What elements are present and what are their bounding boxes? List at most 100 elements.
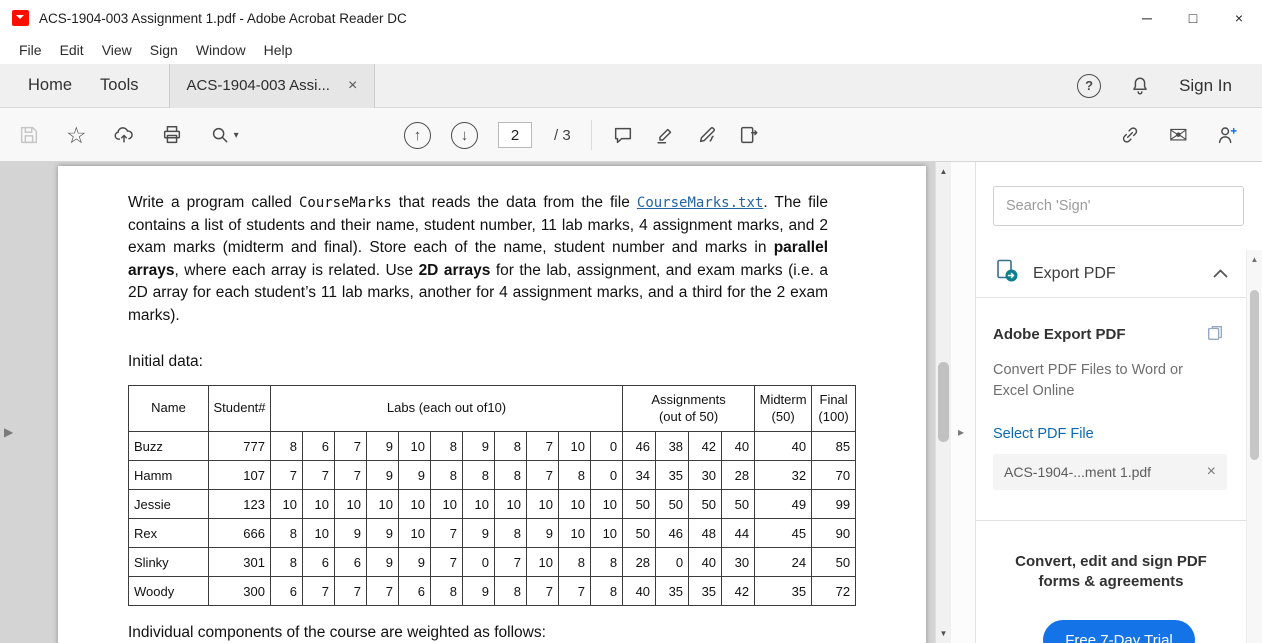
comment-icon[interactable] [612, 124, 634, 146]
cell-value: 300 [208, 576, 271, 606]
selected-file-name: ACS-1904-...ment 1.pdf [1004, 464, 1152, 480]
cell-value: 0 [655, 547, 690, 577]
share-cloud-upload-icon[interactable] [113, 124, 135, 146]
stamp-icon[interactable] [738, 124, 760, 146]
cell-value: 10 [589, 518, 624, 548]
cell-value: 8 [270, 431, 303, 461]
menu-item-sign[interactable]: Sign [141, 42, 187, 58]
cell-value: 7 [334, 431, 367, 461]
header-final-line2: (100) [818, 408, 849, 424]
minimize-button[interactable]: ─ [1124, 0, 1170, 36]
zoom-caret-icon: ▾ [233, 129, 239, 141]
panel-collapse-toggle-icon[interactable]: ▸ [958, 425, 964, 439]
select-pdf-file-link[interactable]: Select PDF File [993, 426, 1094, 442]
next-page-button[interactable]: ↓ [451, 121, 478, 149]
chevron-up-icon[interactable] [1213, 269, 1228, 278]
maximize-button[interactable]: □ [1170, 0, 1216, 36]
panel-scrollbar[interactable]: ▲ [1246, 250, 1262, 643]
free-trial-button[interactable]: Free 7-Day Trial [1043, 620, 1195, 643]
export-pdf-section-header[interactable]: Export PDF [976, 250, 1246, 298]
header-name: Name [128, 385, 209, 432]
share-link-icon[interactable] [1119, 124, 1141, 146]
tab-document[interactable]: ACS-1904-003 Assi... × [168, 63, 376, 108]
cell-value: 34 [622, 460, 657, 490]
cell-value: 8 [494, 518, 527, 548]
panel-scrollbar-up-icon[interactable]: ▲ [1247, 255, 1262, 264]
cell-value: 10 [302, 518, 335, 548]
tab-close-icon[interactable]: × [348, 77, 357, 95]
cell-value: 7 [494, 547, 527, 577]
menu-item-edit[interactable]: Edit [51, 42, 93, 58]
cell-value: 8 [430, 431, 463, 461]
scrollbar-thumb[interactable] [938, 362, 949, 442]
cell-value: 40 [622, 576, 657, 606]
menu-item-window[interactable]: Window [187, 42, 255, 58]
help-icon[interactable]: ? [1077, 73, 1102, 98]
panel-scrollbar-thumb[interactable] [1250, 290, 1259, 460]
cell-value: 0 [462, 547, 495, 577]
cell-value: 90 [811, 518, 857, 548]
header-assignments-line2: (out of 50) [658, 408, 719, 424]
cell-value: 8 [494, 576, 527, 606]
previous-page-button[interactable]: ↑ [404, 121, 431, 149]
highlight-icon[interactable] [654, 124, 676, 146]
page-number-input[interactable]: 2 [498, 122, 532, 148]
window-controls: ─ □ × [1124, 0, 1262, 36]
cell-value: 9 [366, 518, 399, 548]
cell-student-name: Hamm [128, 460, 209, 490]
table-row: Rex 666 8 10 9 9 10 7 9 8 9 10 10 50 46 48 44 45 90 [128, 518, 857, 548]
search-input[interactable] [993, 186, 1244, 226]
cell-value: 40 [754, 431, 813, 461]
cell-value: 28 [721, 460, 756, 490]
notifications-bell-icon[interactable] [1129, 75, 1151, 97]
cell-value: 10 [558, 518, 591, 548]
cell-value: 8 [558, 460, 591, 490]
cell-value: 50 [721, 489, 756, 519]
sign-in-button[interactable]: Sign In [1179, 76, 1232, 96]
export-pdf-label: Export PDF [1033, 264, 1116, 282]
add-user-icon[interactable] [1216, 124, 1238, 146]
cell-value: 50 [622, 489, 657, 519]
zoom-tool-icon[interactable]: ▾ [209, 124, 239, 146]
tab-tools[interactable]: Tools [100, 76, 139, 95]
cell-value: 8 [270, 518, 303, 548]
cell-value: 10 [398, 518, 431, 548]
cell-value: 7 [430, 518, 463, 548]
cell-value: 8 [430, 576, 463, 606]
cell-value: 6 [302, 431, 335, 461]
cell-value: 7 [302, 576, 335, 606]
scrollbar-down-icon[interactable]: ▼ [936, 629, 951, 638]
fill-sign-icon[interactable] [696, 124, 718, 146]
print-icon[interactable] [161, 124, 183, 146]
star-favorites-icon[interactable]: ☆ [66, 123, 87, 147]
send-email-icon[interactable]: ✉ [1169, 123, 1188, 147]
cell-value: 24 [754, 547, 813, 577]
cell-value: 35 [655, 460, 690, 490]
tab-home[interactable]: Home [28, 76, 72, 95]
cell-value: 38 [655, 431, 690, 461]
scrollbar-up-icon[interactable]: ▲ [936, 167, 951, 176]
panel-rail: ▸ [951, 162, 975, 643]
menubar: File Edit View Sign Window Help [0, 36, 1262, 64]
cell-value: 85 [811, 431, 857, 461]
coursemarks-txt-link[interactable]: CourseMarks.txt [637, 195, 763, 211]
document-scrollbar[interactable]: ▲ ▼ [935, 162, 951, 643]
cell-value: 46 [622, 431, 657, 461]
cell-value: 10 [302, 489, 335, 519]
toolbar-separator [590, 120, 592, 150]
cell-value: 10 [494, 489, 527, 519]
nav-pane-toggle-icon[interactable]: ▶ [4, 425, 13, 439]
save-icon[interactable] [18, 124, 40, 146]
panel-divider [976, 520, 1246, 521]
cell-value: 9 [462, 576, 495, 606]
cell-value: 28 [622, 547, 657, 577]
acrobat-logo-icon [12, 10, 29, 26]
close-button[interactable]: × [1216, 0, 1262, 36]
tabbar-right-cluster: ? Sign In [1077, 73, 1262, 98]
header-midterm: Midterm (50) [754, 385, 813, 432]
menu-item-view[interactable]: View [93, 42, 141, 58]
menu-item-help[interactable]: Help [255, 42, 302, 58]
menu-item-file[interactable]: File [10, 42, 51, 58]
remove-file-icon[interactable]: × [1207, 463, 1216, 481]
cell-value: 35 [655, 576, 690, 606]
